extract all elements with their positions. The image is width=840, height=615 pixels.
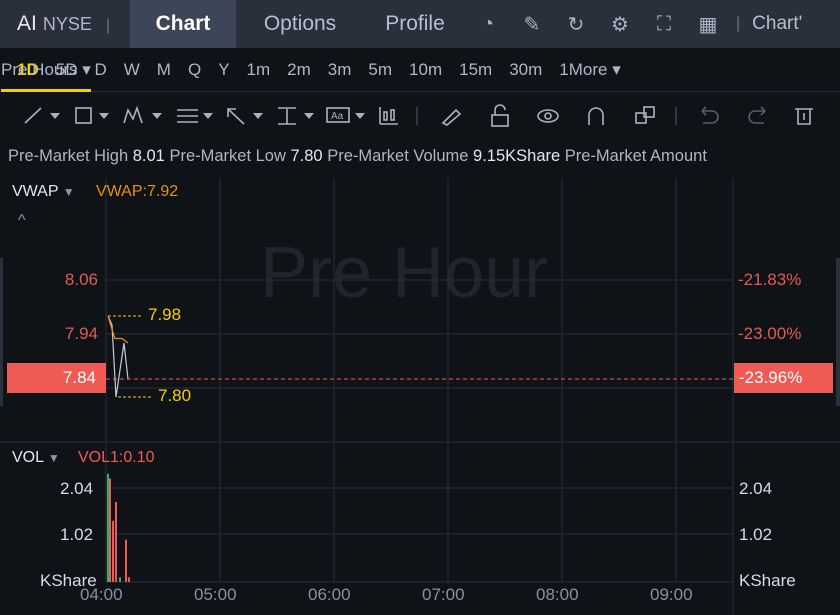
low-mark: 7.80 (158, 386, 192, 405)
current-price-badge: 7.84 (7, 363, 106, 393)
vol-tick-right: 2.04 (739, 479, 773, 498)
volume-bar (109, 478, 111, 582)
x-tick: 07:00 (422, 585, 465, 604)
x-tick: 06:00 (308, 585, 351, 604)
vol-tick: 2.04 (60, 479, 94, 498)
volume-bar (107, 473, 109, 582)
x-tick: 04:00 (80, 585, 123, 604)
volume-bar (112, 520, 114, 582)
volume-bar (119, 577, 121, 582)
vol-unit-right: KShare (739, 571, 796, 590)
collapse-icon[interactable]: ^ (18, 212, 26, 230)
current-pct-badge: -23.96% (734, 363, 833, 393)
x-tick: 09:00 (650, 585, 693, 604)
pct-tick: -23.00% (738, 324, 802, 343)
chart-canvas[interactable] (0, 0, 840, 615)
vwap-value: VWAP:7.92 (96, 183, 179, 200)
vol-tick: 1.02 (60, 525, 94, 544)
high-mark: 7.98 (148, 305, 182, 324)
pct-tick: -21.83% (738, 270, 802, 289)
vol-indicator-label[interactable]: VOL ▼ (12, 449, 60, 467)
volume-bar (115, 502, 117, 582)
vol-value: VOL1:0.10 (78, 449, 155, 466)
y-tick: 8.06 (64, 270, 98, 289)
vol-tick-right: 1.02 (739, 525, 773, 544)
y-tick: 7.94 (64, 324, 98, 343)
x-tick: 05:00 (194, 585, 237, 604)
volume-bar (125, 539, 127, 582)
x-tick: 08:00 (536, 585, 579, 604)
volume-bar (128, 577, 130, 582)
vwap-line (107, 315, 129, 344)
vwap-indicator-label[interactable]: VWAP ▼ (12, 183, 75, 201)
